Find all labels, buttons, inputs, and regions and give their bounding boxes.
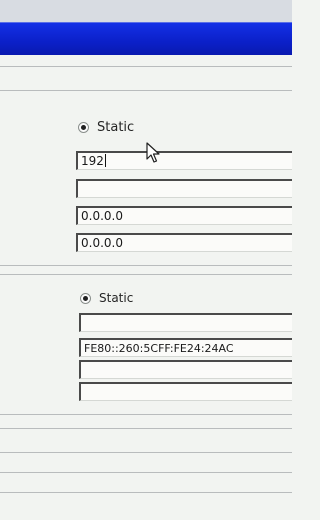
window-titlebar	[0, 22, 292, 55]
ipv6-link-local-field[interactable]: FE80::260:5CFF:FE24:24AC	[79, 338, 292, 357]
ipv4-dns-field[interactable]: 0.0.0.0	[76, 233, 292, 252]
divider	[0, 428, 292, 429]
ipv4-address-field[interactable]: 192	[76, 151, 292, 170]
ipv4-static-label: Static	[97, 120, 135, 135]
ipv4-gateway-field[interactable]: 0.0.0.0	[76, 206, 292, 225]
ipv6-static-label: Static	[99, 291, 134, 305]
top-band	[0, 0, 292, 22]
ipv4-subnet-field[interactable]	[76, 179, 292, 198]
ipv4-gateway-value: 0.0.0.0	[81, 209, 123, 223]
divider	[0, 492, 292, 493]
ipv4-static-radio[interactable]: Static	[78, 120, 134, 135]
ipv6-static-radio[interactable]: Static	[80, 291, 133, 305]
divider	[0, 66, 292, 67]
ipv4-address-value: 192	[81, 154, 104, 168]
ipv6-gateway-field[interactable]	[79, 360, 292, 379]
divider	[0, 472, 292, 473]
divider	[0, 90, 292, 91]
ipv6-address-field[interactable]	[79, 313, 292, 332]
ipv6-dns-field[interactable]	[79, 382, 292, 401]
ipv6-link-local-value: FE80::260:5CFF:FE24:24AC	[84, 342, 234, 355]
text-caret	[104, 154, 106, 167]
divider	[0, 414, 292, 415]
radio-selected-icon	[78, 122, 89, 133]
divider	[0, 265, 292, 266]
radio-selected-icon	[80, 292, 91, 304]
ipv4-dns-value: 0.0.0.0	[81, 236, 123, 250]
divider	[0, 452, 292, 453]
divider	[0, 274, 292, 275]
mouse-pointer-icon	[146, 142, 160, 163]
